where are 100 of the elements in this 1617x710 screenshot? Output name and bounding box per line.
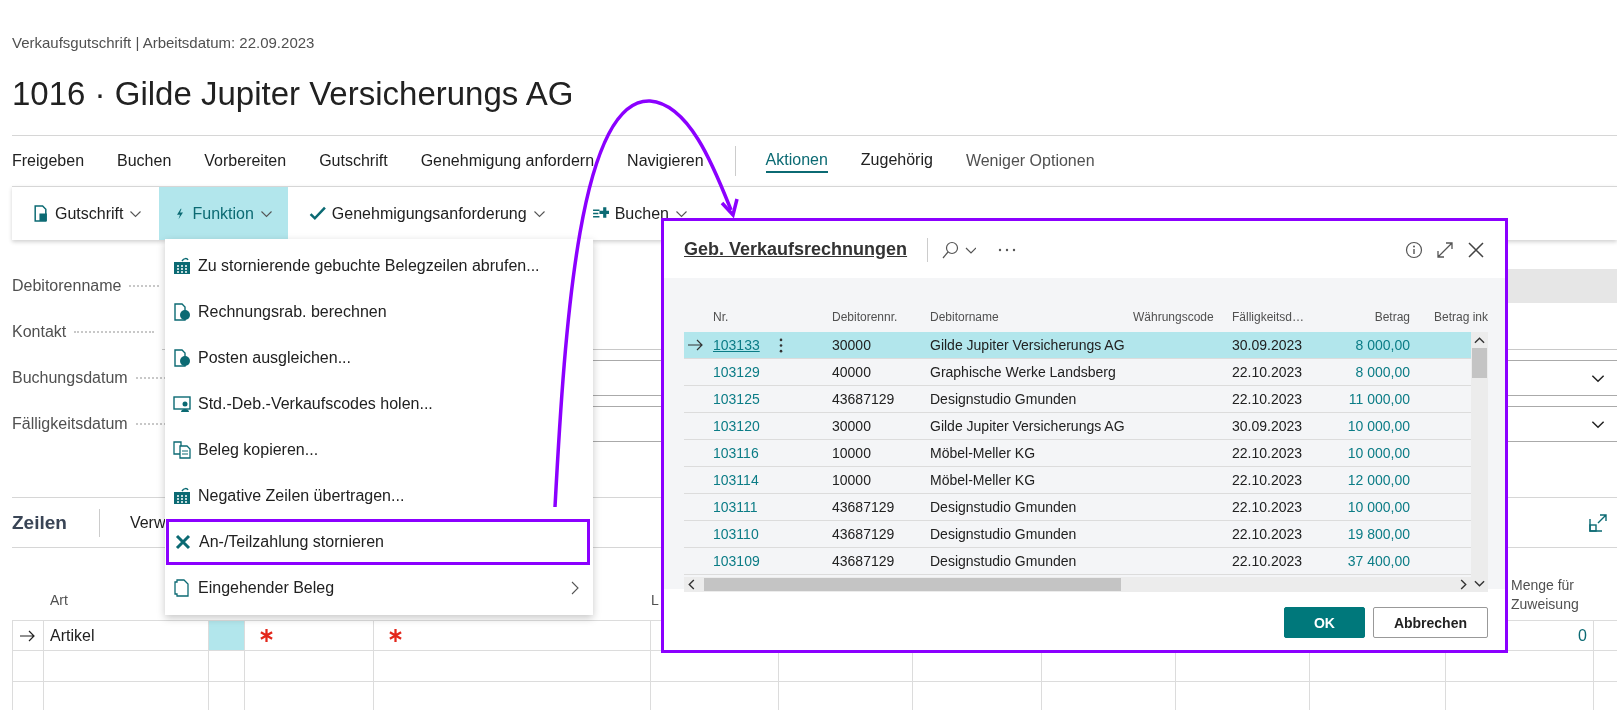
column-header[interactable]: Fälligkeitsd… <box>1229 310 1340 324</box>
table-row[interactable]: 103111 43687129 Designstudio Gmunden 22.10.2023 10 000,00 <box>684 494 1471 521</box>
column-header[interactable]: Betrag ink <box>1410 310 1488 324</box>
expand-icon[interactable] <box>1589 513 1607 532</box>
column-header[interactable]: Debitorennr. <box>829 310 927 324</box>
toolbar-button[interactable]: Buchen <box>576 187 703 240</box>
required-icon <box>388 628 403 643</box>
table-cell: 19 800,00 <box>1347 526 1410 542</box>
table-row[interactable]: 103129 40000 Graphische Werke Landsberg 22.10.2023 8 000,00 <box>684 359 1471 386</box>
action-menu[interactable]: Buchen <box>117 150 172 172</box>
action-tab[interactable]: Zugehörig <box>860 149 933 173</box>
scroll-right-icon[interactable] <box>1459 579 1467 590</box>
table-cell: 0 <box>1578 626 1587 645</box>
invoice-link[interactable]: 103114 <box>713 472 759 488</box>
info-icon[interactable] <box>1405 240 1423 259</box>
table-cell: 30.09.2023 <box>1232 337 1303 353</box>
column-header[interactable]: Debitorname <box>927 310 1130 324</box>
toolbar-button[interactable]: Funktion <box>159 187 288 240</box>
cancel-button[interactable]: Abbrechen <box>1372 607 1488 638</box>
invoice-link[interactable]: 103120 <box>713 418 760 434</box>
menu-item[interactable]: Std.-Deb.-Verkaufscodes holen... <box>165 381 593 427</box>
table-cell: 22.10.2023 <box>1232 553 1303 569</box>
column-header: L <box>651 592 659 608</box>
scroll-thumb[interactable] <box>1472 348 1487 378</box>
table-cell: Artikel <box>43 620 208 651</box>
focused-cell[interactable] <box>208 620 244 651</box>
chevron-down-icon <box>129 209 143 218</box>
invoice-link[interactable]: 103109 <box>713 553 760 569</box>
page-icon <box>173 579 191 597</box>
table-cell: 43687129 <box>832 553 895 569</box>
invoice-link[interactable]: 103129 <box>713 364 760 380</box>
table-cell: 22.10.2023 <box>1232 445 1303 461</box>
invoice-link[interactable]: 103116 <box>713 445 759 461</box>
close-icon[interactable] <box>1467 240 1485 259</box>
table-cell: 10000 <box>832 472 871 488</box>
table-cell: 22.10.2023 <box>1232 391 1303 407</box>
table-cell: Designstudio Gmunden <box>930 499 1077 515</box>
scroll-up-icon[interactable] <box>1474 336 1485 344</box>
chevron-down-icon <box>532 209 546 218</box>
less-options-link[interactable]: Weniger Optionen <box>965 150 1095 172</box>
table-row[interactable]: 103133 30000 Gilde Jupiter Versicherungs AG 30.09.2023 8 000,00 <box>684 332 1471 359</box>
column-header[interactable]: Betrag <box>1340 310 1410 324</box>
menu-item[interactable]: Eingehender Beleg <box>165 565 593 611</box>
table-cell: 37 400,00 <box>1347 553 1410 569</box>
action-menu[interactable]: Gutschrift <box>319 150 388 172</box>
table-cell: Designstudio Gmunden <box>930 391 1077 407</box>
horizontal-scrollbar[interactable] <box>684 577 1471 592</box>
table-cell: 30000 <box>832 418 871 434</box>
table-row[interactable]: 103109 43687129 Designstudio Gmunden 22.10.2023 37 400,00 <box>684 548 1471 575</box>
menu-item[interactable]: Posten ausgleichen... <box>165 335 593 381</box>
menu-item[interactable]: An-/Teilzahlung stornieren <box>166 519 590 565</box>
action-menu[interactable]: Vorbereiten <box>204 150 287 172</box>
scroll-left-icon[interactable] <box>688 579 696 590</box>
menu-item[interactable]: Beleg kopieren... <box>165 427 593 473</box>
expand-icon[interactable] <box>1436 240 1454 259</box>
chevron-right-icon <box>571 581 579 595</box>
toolbar-button[interactable]: Genehmigungsanforderung <box>293 187 561 240</box>
field-label: Fälligkeitsdatum <box>12 415 128 433</box>
action-menu[interactable]: Navigieren <box>627 150 704 172</box>
scroll-down-icon[interactable] <box>1474 580 1485 588</box>
kebab-menu-icon[interactable] <box>779 337 783 353</box>
vertical-scrollbar[interactable] <box>1471 332 1488 592</box>
ok-button[interactable]: OK <box>1283 607 1365 638</box>
chevron-down-icon <box>259 209 273 218</box>
menu-item[interactable]: Zu stornierende gebuchte Belegzeilen abrufen... <box>165 243 593 289</box>
scroll-thumb[interactable] <box>704 578 1121 591</box>
toolbar-button[interactable]: Gutschrift <box>17 187 158 240</box>
table-row[interactable]: 103120 30000 Gilde Jupiter Versicherungs AG 30.09.2023 10 000,00 <box>684 413 1471 440</box>
action-menu[interactable]: Freigeben <box>12 150 85 172</box>
invoice-link[interactable]: 103110 <box>713 526 759 542</box>
more-icon[interactable] <box>998 247 1017 252</box>
field-label: Buchungsdatum <box>12 369 128 387</box>
invoice-link[interactable]: 103111 <box>713 499 758 515</box>
table-cell: 10 000,00 <box>1347 418 1410 434</box>
table-cell: 10 000,00 <box>1347 499 1410 515</box>
field-label: Debitorenname <box>12 277 122 295</box>
table-row[interactable]: 103125 43687129 Designstudio Gmunden 22.10.2023 11 000,00 <box>684 386 1471 413</box>
table-row[interactable]: 103110 43687129 Designstudio Gmunden 22.10.2023 19 800,00 <box>684 521 1471 548</box>
breadcrumb: Verkaufsgutschrift | Arbeitsdatum: 22.09.2023 <box>11 33 316 53</box>
invoice-link[interactable]: 103133 <box>713 337 760 353</box>
column-header[interactable]: Nr. <box>710 310 829 324</box>
column-header[interactable]: Währungscode <box>1130 310 1229 324</box>
lines-action[interactable]: Verw <box>129 513 166 532</box>
table-cell: 22.10.2023 <box>1232 472 1303 488</box>
table-cell: 30000 <box>832 337 871 353</box>
calendar-icon <box>173 487 191 505</box>
action-tab[interactable]: Aktionen <box>765 149 828 173</box>
action-menu[interactable]: Genehmigung anfordern <box>420 150 595 172</box>
column-header: Menge für Zuweisung <box>1511 576 1580 614</box>
table-cell: Graphische Werke Landsberg <box>930 364 1116 380</box>
menu-item[interactable]: Negative Zeilen übertragen... <box>165 473 593 519</box>
menu-item[interactable]: Rechnungsrab. berechnen <box>165 289 593 335</box>
calendar-icon <box>173 257 191 275</box>
table-cell: 10000 <box>832 445 871 461</box>
invoice-link[interactable]: 103125 <box>713 391 760 407</box>
table-cell: 43687129 <box>832 499 895 515</box>
search-icon[interactable] <box>942 240 977 259</box>
section-title: Zeilen <box>12 511 67 534</box>
table-row[interactable]: 103114 10000 Möbel-Meller KG 22.10.2023 12 000,00 <box>684 467 1471 494</box>
table-row[interactable]: 103116 10000 Möbel-Meller KG 22.10.2023 10 000,00 <box>684 440 1471 467</box>
